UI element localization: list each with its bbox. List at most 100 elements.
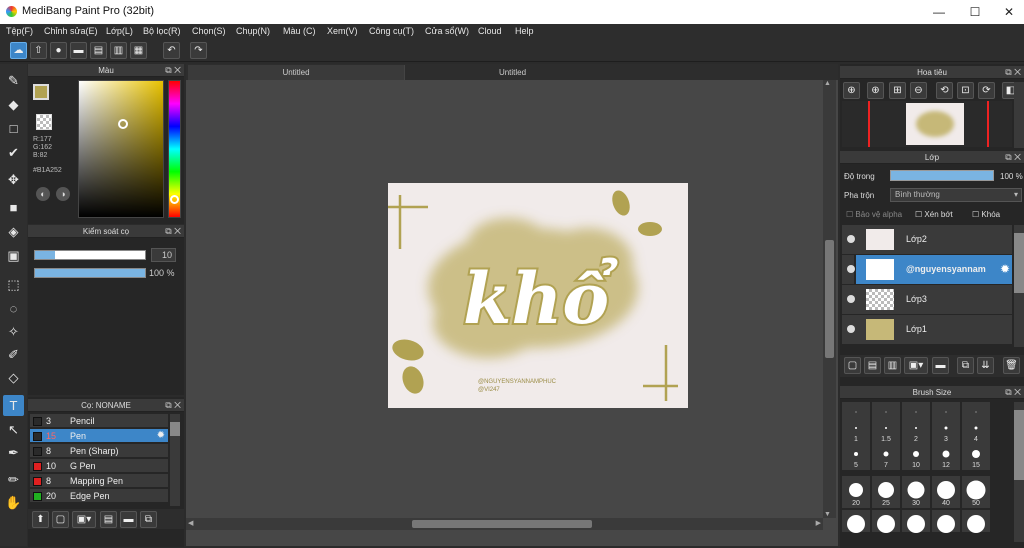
canvas-vertical-scrollbar[interactable]: ▲ ▼ (823, 80, 836, 518)
layer-opacity-slider[interactable] (890, 170, 994, 181)
brush-size-cell[interactable]: 50 (962, 476, 990, 508)
redo-icon[interactable]: ↷ (190, 42, 207, 59)
menu-file[interactable]: Tệp(F) (6, 26, 33, 36)
scroll-left-icon[interactable]: ◀ (188, 519, 193, 527)
transparent-swatch[interactable] (36, 114, 52, 130)
menu-snap[interactable]: Chụp(N) (236, 26, 270, 36)
brush-size-cell[interactable] (872, 510, 900, 533)
hand-tool-icon[interactable]: ✋ (3, 492, 24, 513)
delete-layer-icon[interactable]: 🗑 (1003, 357, 1020, 374)
chat-icon[interactable]: ▬ (70, 42, 87, 59)
panel-close-icon[interactable]: ⧉ ✕ (1005, 66, 1021, 79)
menu-edit[interactable]: Chỉnh sửa(E) (44, 26, 98, 36)
fill-shape-tool-icon[interactable]: ■ (3, 197, 24, 218)
panel-close-icon[interactable]: ⧉ ✕ (165, 399, 181, 412)
saturation-value-picker[interactable] (78, 80, 164, 218)
brush-size-cell[interactable]: 25 (872, 476, 900, 508)
primary-color-swatch[interactable] (33, 84, 49, 100)
layer-folder-icon[interactable]: ▬ (932, 357, 949, 374)
scroll-right-icon[interactable]: ▶ (816, 519, 821, 527)
brush-opacity-slider[interactable] (34, 268, 146, 278)
brush-item[interactable]: 8 Pen (Sharp) (30, 444, 168, 458)
undo-icon[interactable]: ↶ (163, 42, 180, 59)
page-list-icon[interactable]: ▥ (110, 42, 127, 59)
select-tool-icon[interactable]: ⬚ (3, 274, 24, 295)
hue-cursor[interactable] (170, 195, 179, 204)
pen-tool-icon[interactable]: ✏ (3, 469, 24, 490)
layer-row-selected[interactable]: @nguyensyannam ✹ (856, 255, 1012, 285)
brush-size-cell[interactable]: 7 (872, 444, 900, 470)
close-button[interactable]: ✕ (992, 0, 1024, 24)
folder-icon[interactable]: ▬ (120, 511, 137, 528)
brush-size-cell[interactable] (962, 510, 990, 533)
panel-close-icon[interactable]: ⧉ ✕ (1005, 386, 1021, 399)
layer-row[interactable]: Lớp3 (842, 285, 1012, 315)
artboard[interactable]: khổ @NGUYENSYANNAMPHUC @VI247 (388, 183, 688, 408)
bucket-tool-icon[interactable]: ◈ (3, 221, 24, 242)
operation-tool-icon[interactable]: ↖ (3, 419, 24, 440)
panel-close-icon[interactable]: ⧉ ✕ (1005, 151, 1021, 164)
navigator-preview[interactable] (842, 101, 1012, 147)
menu-filter[interactable]: Bộ lọc(R) (143, 26, 181, 36)
select-eraser-tool-icon[interactable]: ◇ (3, 367, 24, 388)
brush-item[interactable]: 10 G Pen (30, 459, 168, 473)
brush-size-cell[interactable]: 4 (962, 418, 990, 444)
zoom-out-icon[interactable]: ⊖ (910, 82, 927, 99)
vscroll-thumb[interactable] (825, 240, 834, 358)
brush-size-value[interactable]: 10 (151, 248, 176, 262)
brush-item[interactable]: 8 Mapping Pen (30, 474, 168, 488)
menu-help[interactable]: Help (515, 26, 534, 36)
eye-icon[interactable] (847, 325, 855, 333)
lasso-tool-icon[interactable]: ◌ (3, 298, 24, 319)
layer-list-scrollbar[interactable] (1014, 225, 1024, 347)
reset-icon[interactable]: ⊡ (957, 82, 974, 99)
rotate-left-icon[interactable]: ⟲ (936, 82, 953, 99)
gear-icon[interactable]: ✹ (157, 430, 165, 441)
brush-size-cell[interactable]: 10 (902, 444, 930, 470)
page-icon[interactable]: ▤ (90, 42, 107, 59)
comment-icon[interactable]: ● (50, 42, 67, 59)
color-wheel-icon[interactable]: ◐ (36, 187, 50, 201)
tab-untitled-1[interactable]: Untitled (188, 65, 404, 80)
eraser-tool-icon[interactable]: ◆ (3, 94, 24, 115)
menu-layer[interactable]: Lớp(L) (106, 26, 133, 36)
layer-row[interactable]: Lớp2 (842, 225, 1012, 255)
canvas-horizontal-scrollbar[interactable]: ◀ ▶ (186, 518, 823, 530)
duplicate-icon[interactable]: ⧉ (140, 511, 157, 528)
tab-untitled-2[interactable]: Untitled (404, 65, 620, 80)
menu-window[interactable]: Cửa sổ(W) (425, 26, 469, 36)
brush-size-slider[interactable] (34, 250, 146, 260)
brush-size-cell[interactable]: 5 (842, 444, 870, 470)
brush-item-selected[interactable]: 15 Pen ✹ (30, 429, 168, 443)
menu-select[interactable]: Chọn(S) (192, 26, 226, 36)
brush-list-scrollbar[interactable] (170, 414, 180, 506)
brush-settings-icon[interactable]: ▤ (100, 511, 117, 528)
brush-size-cell[interactable] (902, 510, 930, 533)
navigator-scrollbar[interactable] (1014, 82, 1024, 148)
duplicate-layer-icon[interactable]: ⧉ (957, 357, 974, 374)
scroll-down-icon[interactable]: ▼ (824, 511, 831, 518)
brush-size-cell[interactable]: 20 (842, 476, 870, 508)
new-layer-icon[interactable]: ▢ (844, 357, 861, 374)
brush-item[interactable]: 20 Edge Pen (30, 489, 168, 503)
new-brush-icon[interactable]: ▢ (52, 511, 69, 528)
brush-size-cell[interactable]: 1 (842, 418, 870, 444)
menu-color[interactable]: Màu (C) (283, 26, 316, 36)
add-brush-icon[interactable]: ⬆ (32, 511, 49, 528)
brush-size-cell[interactable]: 3 (932, 418, 960, 444)
move-tool-icon[interactable]: ✥ (3, 169, 24, 190)
clip-checkbox[interactable]: ☐ Xén bớt (915, 210, 953, 219)
text-tool-icon[interactable]: T (3, 395, 24, 416)
maximize-button[interactable]: ☐ (958, 0, 992, 24)
gradient-tool-icon[interactable]: ▣ (3, 245, 24, 266)
fit-icon[interactable]: ⊞ (889, 82, 906, 99)
hue-slider[interactable] (168, 80, 181, 218)
eyedropper-tool-icon[interactable]: ✒ (3, 442, 24, 463)
panel-close-icon[interactable]: ⧉ ✕ (165, 64, 181, 77)
brush-size-cell[interactable] (932, 510, 960, 533)
brush-menu-icon[interactable]: ▣▾ (72, 511, 96, 528)
dot-tool-icon[interactable]: ✔ (3, 142, 24, 163)
menu-cloud[interactable]: Cloud (478, 26, 502, 36)
magic-wand-tool-icon[interactable]: ✧ (3, 321, 24, 342)
share-icon[interactable]: ⇧ (30, 42, 47, 59)
